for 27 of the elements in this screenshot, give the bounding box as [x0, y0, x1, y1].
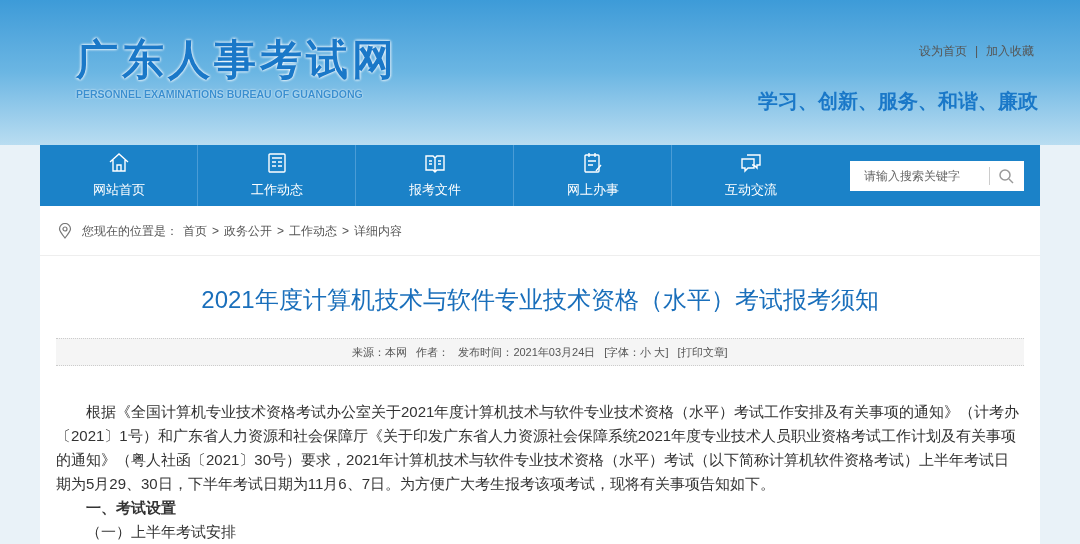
breadcrumb-label: 您现在的位置是： [82, 222, 178, 240]
slogan-text: 学习、创新、服务、和谐、廉政 [758, 89, 1038, 114]
meta-text: 来源：本网 [352, 344, 408, 360]
breadcrumb-separator: > [212, 222, 219, 240]
meta-text: 作者： [416, 344, 450, 360]
section-heading: 一、考试设置 [85, 498, 177, 518]
breadcrumb-link[interactable]: 政务公开 [224, 221, 272, 240]
meta-text: [打印文章] [677, 344, 728, 360]
meta-text: [字体：小 大] [604, 344, 669, 360]
location-pin-icon [58, 222, 72, 239]
link-separator: | [974, 43, 978, 60]
subsection-heading: （一）上半年考试安排 [85, 522, 237, 542]
nav-item[interactable]: 互动交流 [672, 145, 830, 206]
search-icon[interactable] [998, 167, 1014, 184]
meta-text: 发布时间：2021年03月24日 [458, 344, 596, 360]
site-logo-title: 广东人事考试网 [76, 36, 398, 84]
search-field[interactable]: 请输入搜索关键字 [850, 160, 1024, 191]
top-link[interactable]: 加入收藏 [986, 42, 1034, 60]
article-paragraph: 根据《全国计算机专业技术资格考试办公室关于2021年度计算机技术与软件专业技术资格（水平）考试工作安排及有关事项的通知》（计考办〔2021〕1号）和广东省人力资源和社会保障厅《关于印发广东省人力资源社会保障系统2021年度专业技术人员职业资格考试工作计划及有关事项的通知》（粤人社函〔2021〕30号）要求，2021年计算机技术与软件专业技术资格（水平）考试（以下简称计算机软件资格考试）上半年考试日期为5月29、30日，下半年考试日期为11月6、7日。为方便广大考生报考该项考试，现将有关事项告知如下。 [56, 402, 1021, 494]
breadcrumb-link[interactable]: 详细内容 [354, 221, 403, 240]
breadcrumb-separator: > [277, 222, 285, 240]
site-logo-subtitle: PERSONNEL EXAMINATIONS BUREAU OF GUANGDONG [76, 87, 364, 102]
breadcrumb-separator: > [342, 222, 350, 240]
top-link[interactable]: 设为首页 [918, 42, 967, 60]
breadcrumb-link[interactable]: 工作动态 [289, 221, 338, 240]
article-title: 2021年度计算机技术与软件专业技术资格（水平）考试报考须知 [200, 285, 880, 315]
breadcrumb-link[interactable]: 首页 [183, 221, 207, 240]
